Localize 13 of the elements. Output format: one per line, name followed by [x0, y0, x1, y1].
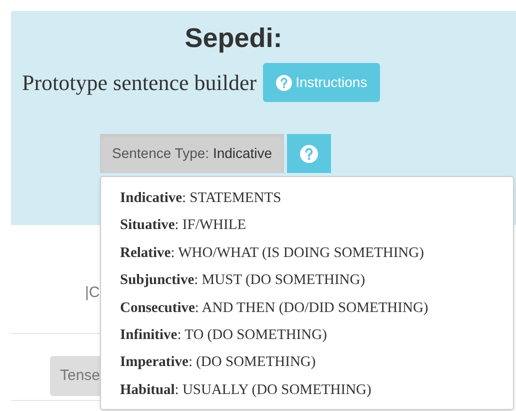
dropdown-item[interactable]: Consecutive: AND THEN (DO/DID SOMETHING)	[101, 294, 513, 322]
help-icon	[300, 144, 318, 162]
page-subtitle: Prototype sentence builder	[22, 69, 257, 97]
dropdown-item[interactable]: Relative: WHO/WHAT (IS DOING SOMETHING)	[101, 240, 513, 268]
dropdown-item[interactable]: Situative: IF/WHILE	[101, 212, 513, 240]
page-title: Sepedi:	[184, 22, 282, 55]
help-icon	[276, 74, 292, 90]
dropdown-item[interactable]: Indicative: STATEMENTS	[101, 185, 513, 212]
dropdown-item[interactable]: Infinitive: TO (DO SOMETHING)	[101, 322, 513, 350]
sentence-type-dropdown[interactable]: Sentence Type: Indicative	[100, 134, 284, 173]
text-fragment: |C	[85, 283, 100, 303]
help-button[interactable]	[287, 134, 332, 173]
dropdown-item[interactable]: Subjunctive: MUST (DO SOMETHING)	[101, 267, 513, 295]
